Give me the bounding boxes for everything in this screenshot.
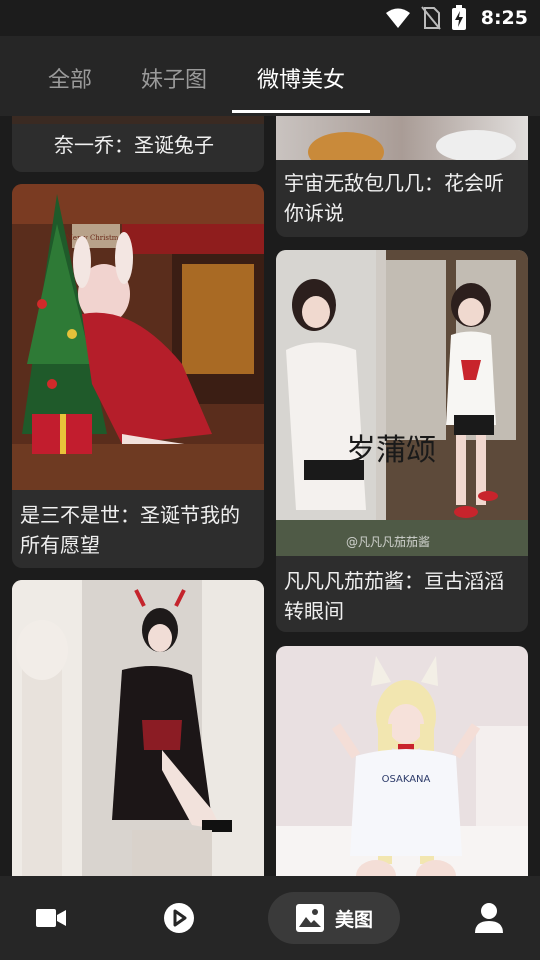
nav-images[interactable]: 美图 <box>268 892 400 944</box>
tab-indicator <box>232 110 370 113</box>
tab-weibo-beauty[interactable]: 微博美女 <box>257 62 345 94</box>
profile-icon <box>475 903 503 933</box>
tab-all[interactable]: 全部 <box>48 62 92 94</box>
card-image: Merry Christmas <box>12 184 264 490</box>
no-sim-icon <box>420 6 441 30</box>
image-watermark: @凡凡凡茄茄酱 <box>346 534 430 549</box>
feed-card[interactable]: Merry Christmas 是三不是世：圣诞节我的所有愿望 <box>12 184 264 568</box>
video-camera-icon <box>36 909 66 927</box>
card-image <box>12 116 264 124</box>
battery-charging-icon <box>451 5 466 30</box>
nav-images-label: 美图 <box>334 908 373 931</box>
nav-video[interactable] <box>20 892 82 944</box>
card-caption: 奈一乔：圣诞兔子 <box>54 133 214 157</box>
nav-play[interactable] <box>148 892 210 944</box>
play-circle-icon <box>164 903 194 933</box>
feed-card[interactable] <box>12 580 264 876</box>
tab-girls-pics[interactable]: 妹子图 <box>141 62 207 94</box>
card-image <box>276 116 528 160</box>
card-caption: 凡凡凡茄茄酱：亘古滔滔转眼间 <box>284 569 504 623</box>
top-tab-bar: 全部 妹子图 微博美女 <box>0 36 540 116</box>
shirt-text: OSAKANA <box>382 774 431 785</box>
feed-card[interactable]: 奈一乔：圣诞兔子 <box>12 116 264 172</box>
calligraphy-text: 岁蒲颂 <box>346 433 436 468</box>
card-image: 岁蒲颂 @凡凡凡茄茄酱 <box>276 250 528 556</box>
feed-card[interactable]: 岁蒲颂 @凡凡凡茄茄酱 凡凡凡茄茄酱：亘古滔滔转眼间 <box>276 250 528 632</box>
feed-card[interactable]: 宇宙无敌包几几：花会听你诉说 <box>276 116 528 237</box>
status-bar: 8:25 <box>0 0 540 36</box>
feed-card[interactable]: OSAKANA <box>276 646 528 876</box>
image-icon <box>295 904 324 932</box>
status-time: 8:25 <box>480 7 528 29</box>
status-icons: 8:25 <box>385 4 528 32</box>
image-feed[interactable]: 奈一乔：圣诞兔子 宇宙无敌包几几：花会听你诉说 Merry Christmas … <box>0 116 540 876</box>
card-caption: 是三不是世：圣诞节我的所有愿望 <box>20 503 240 557</box>
card-image: OSAKANA <box>276 646 528 876</box>
bottom-nav: 美图 <box>0 876 540 960</box>
wifi-icon <box>385 8 410 28</box>
card-image <box>12 580 264 876</box>
card-caption: 宇宙无敌包几几：花会听你诉说 <box>284 171 504 225</box>
nav-profile[interactable] <box>458 892 520 944</box>
